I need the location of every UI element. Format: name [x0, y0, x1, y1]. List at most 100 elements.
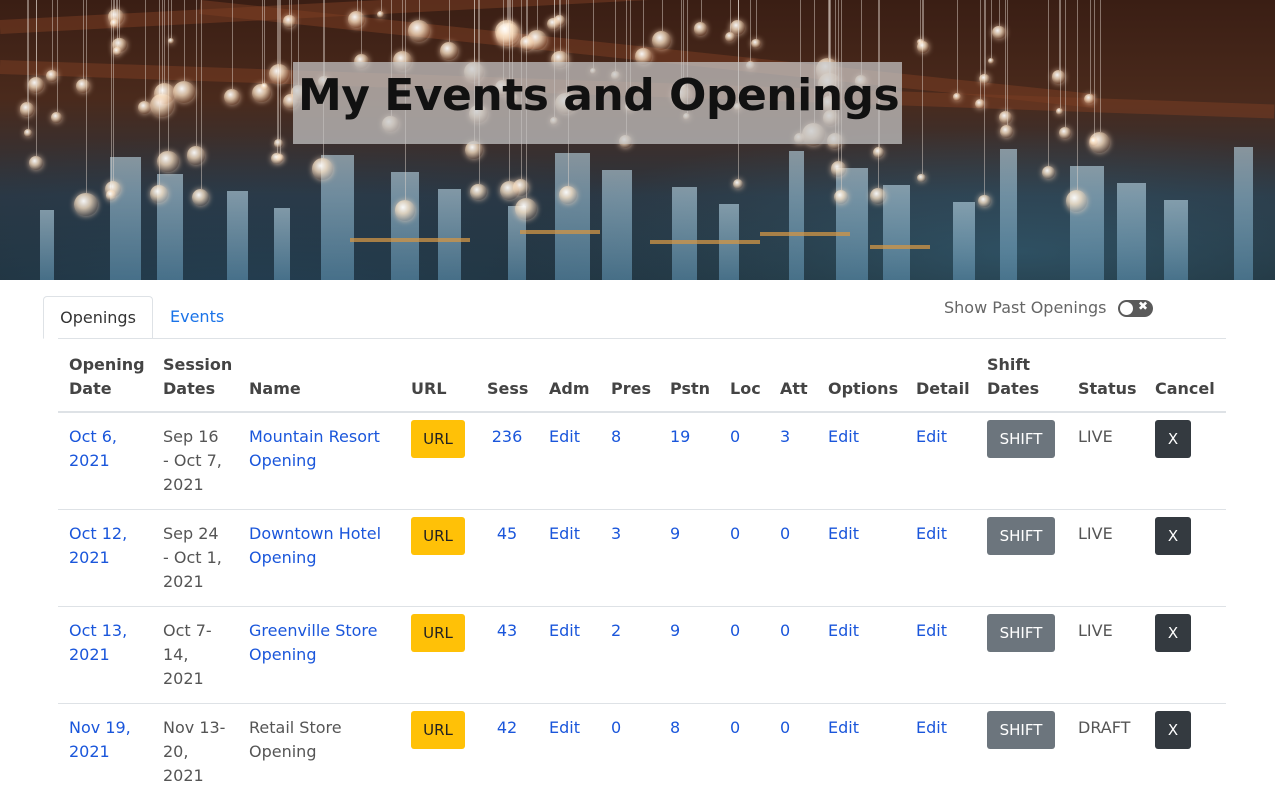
page-title: My Events and Openings — [298, 70, 900, 121]
pstn-count-link[interactable]: 9 — [670, 524, 680, 543]
tab-events[interactable]: Events — [154, 296, 240, 339]
adm-edit-link[interactable]: Edit — [549, 621, 580, 640]
url-button[interactable]: URL — [411, 711, 465, 749]
adm-edit-link[interactable]: Edit — [549, 427, 580, 446]
pres-count-link[interactable]: 8 — [611, 427, 621, 446]
pendant-cord — [536, 0, 538, 31]
att-count-link[interactable]: 0 — [780, 718, 790, 737]
pendant-cord — [998, 0, 1000, 26]
session-dates: Sep 24 - Oct 1, 2021 — [163, 524, 222, 591]
pendant-light — [1041, 165, 1056, 179]
loc-count-link[interactable]: 0 — [730, 427, 740, 446]
detail-edit-link[interactable]: Edit — [916, 621, 947, 640]
pendant-cord — [111, 0, 113, 191]
pendant-light — [830, 161, 846, 177]
cancel-button[interactable]: X — [1155, 614, 1191, 652]
options-edit-link[interactable]: Edit — [828, 621, 859, 640]
opening-name-link[interactable]: Mountain Resort Opening — [249, 427, 380, 470]
status-badge: DRAFT — [1078, 718, 1131, 737]
shift-button[interactable]: SHIFT — [987, 420, 1055, 458]
url-button[interactable]: URL — [411, 517, 465, 555]
options-edit-link[interactable]: Edit — [828, 718, 859, 737]
pendant-light — [873, 146, 885, 158]
pendant-cord — [277, 0, 279, 153]
detail-edit-link[interactable]: Edit — [916, 524, 947, 543]
pendant-light — [224, 88, 241, 105]
pendant-cord — [979, 0, 981, 100]
sess-count-link[interactable]: 43 — [497, 621, 517, 640]
options-edit-link[interactable]: Edit — [828, 524, 859, 543]
shift-button[interactable]: SHIFT — [987, 711, 1055, 749]
pstn-count-link[interactable]: 19 — [670, 427, 690, 446]
att-count-link[interactable]: 0 — [780, 524, 790, 543]
adm-edit-link[interactable]: Edit — [549, 718, 580, 737]
loc-count-link[interactable]: 0 — [730, 621, 740, 640]
col-shift-dates: Shift Dates — [976, 338, 1067, 413]
loc-count-link[interactable]: 0 — [730, 718, 740, 737]
opening-date-link[interactable]: Oct 12, 2021 — [69, 524, 127, 567]
pres-count-link[interactable]: 2 — [611, 621, 621, 640]
pendant-light — [283, 15, 296, 28]
pendant-cord — [553, 0, 555, 18]
window-pillar — [227, 191, 248, 280]
pres-count-link[interactable]: 0 — [611, 718, 621, 737]
cancel-button[interactable]: X — [1155, 420, 1191, 458]
table-row: Oct 13, 2021 Oct 7-14, 2021 Greenville S… — [58, 606, 1226, 704]
pendant-light — [172, 80, 196, 104]
pendant-light — [916, 40, 929, 53]
att-count-link[interactable]: 0 — [780, 621, 790, 640]
adm-edit-link[interactable]: Edit — [549, 524, 580, 543]
col-session-dates: Session Dates — [152, 338, 238, 413]
options-edit-link[interactable]: Edit — [828, 427, 859, 446]
cancel-button[interactable]: X — [1155, 517, 1191, 555]
close-icon: ✖ — [1138, 299, 1149, 313]
table-row: Oct 12, 2021 Sep 24 - Oct 1, 2021 Downto… — [58, 509, 1226, 607]
opening-name-link[interactable]: Downtown Hotel Opening — [249, 524, 381, 567]
pendant-cord — [1076, 0, 1078, 191]
pendant-cord — [956, 0, 958, 94]
pendant-cord — [261, 0, 263, 84]
session-dates: Nov 13-20, 2021 — [163, 718, 226, 785]
pendant-cord — [755, 0, 757, 39]
bar-shelf — [350, 238, 470, 242]
opening-date-link[interactable]: Oct 6, 2021 — [69, 427, 117, 470]
att-count-link[interactable]: 3 — [780, 427, 790, 446]
shift-button[interactable]: SHIFT — [987, 517, 1055, 555]
pendant-cord — [119, 0, 121, 38]
detail-edit-link[interactable]: Edit — [916, 718, 947, 737]
status-badge: LIVE — [1078, 427, 1113, 446]
pendant-cord — [643, 0, 645, 49]
loc-count-link[interactable]: 0 — [730, 524, 740, 543]
bar-shelf — [520, 230, 600, 234]
pendant-cord — [984, 0, 986, 74]
opening-date-link[interactable]: Nov 19, 2021 — [69, 718, 131, 761]
pendant-light — [495, 20, 519, 44]
show-past-openings-toggle[interactable]: ✖ — [1118, 299, 1153, 317]
sess-count-link[interactable]: 42 — [497, 718, 517, 737]
detail-edit-link[interactable]: Edit — [916, 427, 947, 446]
col-pstn: Pstn — [659, 338, 719, 413]
window-pillar — [883, 185, 910, 280]
url-button[interactable]: URL — [411, 614, 465, 652]
pres-count-link[interactable]: 3 — [611, 524, 621, 543]
sess-count-link[interactable]: 236 — [492, 427, 523, 446]
pstn-count-link[interactable]: 8 — [670, 718, 680, 737]
pendant-cord — [164, 0, 166, 84]
tab-openings[interactable]: Openings — [43, 296, 153, 339]
pstn-count-link[interactable]: 9 — [670, 621, 680, 640]
url-button[interactable]: URL — [411, 420, 465, 458]
session-dates: Sep 16 - Oct 7, 2021 — [163, 427, 222, 494]
col-options: Options — [817, 338, 905, 413]
sess-count-link[interactable]: 45 — [497, 524, 517, 543]
opening-date-link[interactable]: Oct 13, 2021 — [69, 621, 127, 664]
cancel-button[interactable]: X — [1155, 711, 1191, 749]
pendant-light — [106, 190, 117, 201]
opening-name-link[interactable]: Greenville Store Opening — [249, 621, 377, 664]
shift-button[interactable]: SHIFT — [987, 614, 1055, 652]
pendant-light — [1056, 107, 1063, 115]
col-status: Status — [1067, 338, 1144, 413]
pendant-cord — [1048, 0, 1050, 166]
pendant-cord — [114, 0, 116, 19]
pendant-light — [273, 139, 283, 149]
pendant-light — [1051, 69, 1066, 84]
